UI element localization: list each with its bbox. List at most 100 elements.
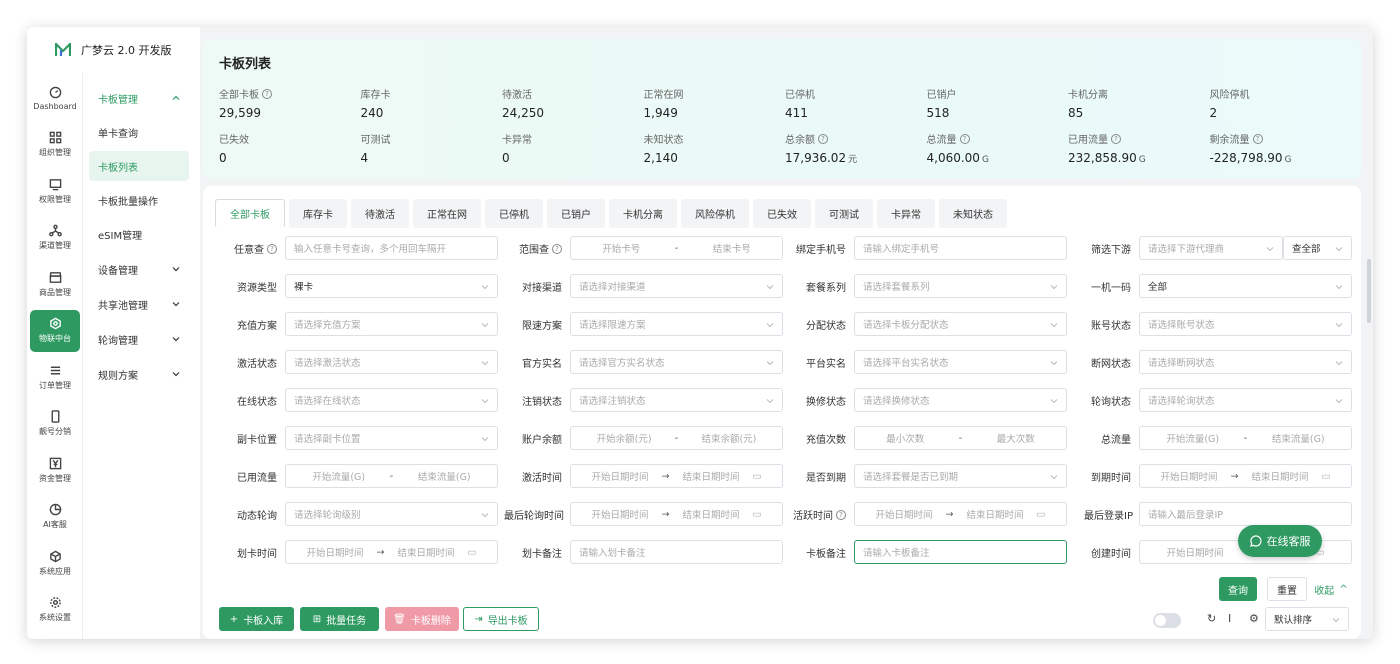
filter-field[interactable]: 请选择账号状态 bbox=[1139, 312, 1352, 336]
scrollbar[interactable] bbox=[1367, 259, 1371, 323]
rail-item-grid[interactable]: 组织管理 bbox=[30, 124, 80, 166]
stat-label-text: 已停机 bbox=[785, 90, 815, 101]
delete-cards-button[interactable]: 🗑 卡板删除 bbox=[385, 607, 459, 631]
filter-field[interactable]: 请选择充值方案 bbox=[285, 312, 498, 336]
tab-9[interactable]: 可测试 bbox=[815, 199, 873, 228]
tab-1[interactable]: 库存卡 bbox=[289, 199, 347, 228]
rail-item-list[interactable]: 订单管理 bbox=[30, 356, 80, 398]
query-button[interactable]: 查询 bbox=[1219, 577, 1257, 601]
rail-item-network[interactable]: 渠道管理 bbox=[30, 217, 80, 259]
filter-label: 最后登录IP bbox=[1057, 507, 1133, 522]
batch-task-button[interactable]: ⊞ 批量任务 bbox=[300, 607, 379, 631]
filter-field[interactable]: 请选择注销状态 bbox=[570, 388, 783, 412]
filter-field[interactable]: 输入任意卡号查询，多个用回车隔开 bbox=[285, 236, 498, 260]
filter-field[interactable]: 请选择限速方案 bbox=[570, 312, 783, 336]
submenu-item[interactable]: 轮询管理 bbox=[89, 324, 189, 354]
filter-field[interactable]: 开始日期时间 → 结束日期时间 ▭ bbox=[570, 502, 783, 526]
settings-icon[interactable]: ⚙ bbox=[1249, 612, 1259, 625]
submenu-item[interactable]: 卡板批量操作 bbox=[89, 185, 189, 215]
filter-field[interactable]: 请选择官方实名状态 bbox=[570, 350, 783, 374]
filter-field[interactable]: 请选择激活状态 bbox=[285, 350, 498, 374]
help-icon[interactable]: ? bbox=[1252, 133, 1263, 144]
filter-field[interactable]: 请输入卡板备注 bbox=[854, 540, 1067, 564]
tab-10[interactable]: 卡异常 bbox=[877, 199, 935, 228]
submenu-item[interactable]: 设备管理 bbox=[89, 254, 189, 284]
rail-item-ai[interactable]: AI客服 bbox=[30, 496, 80, 538]
stat-value: 4 bbox=[361, 151, 501, 165]
import-cards-button[interactable]: + 卡板入库 bbox=[219, 607, 294, 631]
rail-item-phone[interactable]: 靓号分销 bbox=[30, 403, 80, 445]
filter-field[interactable]: 裸卡 bbox=[285, 274, 498, 298]
filter-field[interactable]: 请选择套餐系列 bbox=[854, 274, 1067, 298]
filter-field[interactable]: 开始流量(G) - 结束流量(G) bbox=[285, 464, 498, 488]
downstream-select[interactable]: 请选择下游代理商 bbox=[1139, 236, 1283, 260]
filter-field[interactable]: 请选择对接渠道 bbox=[570, 274, 783, 298]
filter-field[interactable]: 开始卡号 - 结束卡号 bbox=[570, 236, 783, 260]
refresh-icon[interactable]: ↻ bbox=[1207, 612, 1216, 625]
help-icon[interactable]: ? bbox=[818, 133, 828, 144]
reset-button[interactable]: 重置 bbox=[1267, 577, 1307, 601]
view-toggle[interactable] bbox=[1153, 613, 1181, 628]
filter-field[interactable]: 开始日期时间 → 结束日期时间 ▭ bbox=[1139, 464, 1352, 488]
filter-field[interactable]: 请选择在线状态 bbox=[285, 388, 498, 412]
tab-4[interactable]: 已停机 bbox=[485, 199, 543, 228]
tab-7[interactable]: 风险停机 bbox=[681, 199, 749, 228]
sort-select[interactable]: 默认排序 bbox=[1265, 607, 1349, 631]
export-cards-button[interactable]: ⇥ 导出卡板 bbox=[463, 607, 539, 631]
rail-item-yen[interactable]: 资金管理 bbox=[30, 449, 80, 491]
filter-field[interactable]: 请选择卡板分配状态 bbox=[854, 312, 1067, 336]
filter-field[interactable]: 开始日期时间 → 结束日期时间 ▭ bbox=[285, 540, 498, 564]
tab-0[interactable]: 全部卡板 bbox=[215, 199, 285, 228]
range-start: 开始余额(元) bbox=[596, 434, 652, 445]
submenu-item[interactable]: eSIM管理 bbox=[89, 219, 189, 249]
stat-value-number: 240 bbox=[360, 106, 384, 120]
help-icon[interactable]: ? bbox=[552, 243, 562, 254]
filter-field[interactable]: 开始余额(元) - 结束余额(元) bbox=[570, 426, 783, 450]
filter-field[interactable]: 请选择轮询级别 bbox=[285, 502, 498, 526]
help-icon[interactable]: ? bbox=[836, 509, 846, 520]
filter-field[interactable]: 全部 bbox=[1139, 274, 1352, 298]
rail-item-gear[interactable]: 系统设置 bbox=[30, 589, 80, 631]
filter-field[interactable]: 请选择换修状态 bbox=[854, 388, 1067, 412]
submenu-item[interactable]: 单卡查询 bbox=[89, 117, 189, 147]
submenu-item[interactable]: 卡板管理 bbox=[89, 83, 189, 113]
rail-item-iot[interactable]: 物联中台 bbox=[30, 309, 80, 352]
tab-11[interactable]: 未知状态 bbox=[939, 199, 1007, 228]
help-icon[interactable]: ? bbox=[262, 88, 272, 99]
submenu-item[interactable]: 卡板列表 bbox=[89, 151, 189, 181]
stat-label: 已用流量? bbox=[1068, 131, 1208, 146]
filter-label-text: 充值次数 bbox=[806, 435, 846, 446]
filter-field[interactable]: 请选择断网状态 bbox=[1139, 350, 1352, 374]
help-icon[interactable]: ? bbox=[267, 243, 277, 254]
filter-field[interactable]: 开始日期时间 → 结束日期时间 ▭ bbox=[570, 464, 783, 488]
tab-8[interactable]: 已失效 bbox=[753, 199, 811, 228]
rail-item-dashboard[interactable]: Dashboard bbox=[30, 77, 80, 119]
filter-field[interactable]: 请选择副卡位置 bbox=[285, 426, 498, 450]
filter-field[interactable]: 请选择轮询状态 bbox=[1139, 388, 1352, 412]
tab-5[interactable]: 已销户 bbox=[547, 199, 605, 228]
tab-3[interactable]: 正常在网 bbox=[413, 199, 481, 228]
rail-item-monitor[interactable]: 权限管理 bbox=[30, 170, 80, 212]
collapse-button[interactable]: 收起 ^ bbox=[1313, 577, 1349, 601]
rail-item-label: 系统设置 bbox=[39, 613, 71, 622]
downstream-scope-select[interactable]: 查全部 bbox=[1283, 236, 1352, 260]
stat-item: 卡异常 0 bbox=[502, 131, 642, 165]
filter-field[interactable]: 开始日期时间 → 结束日期时间 ▭ bbox=[854, 502, 1067, 526]
submenu-item[interactable]: 共享池管理 bbox=[89, 289, 189, 319]
online-support-button[interactable]: 在线客服 bbox=[1238, 525, 1322, 557]
rail-item-store[interactable]: 商品管理 bbox=[30, 263, 80, 305]
filter-field[interactable]: 请输入划卡备注 bbox=[570, 540, 783, 564]
tab-2[interactable]: 待激活 bbox=[351, 199, 409, 228]
filter-field[interactable]: 请选择平台实名状态 bbox=[854, 350, 1067, 374]
text-icon[interactable]: Ⅰ bbox=[1228, 612, 1231, 625]
tab-6[interactable]: 卡机分离 bbox=[609, 199, 677, 228]
submenu-item[interactable]: 规则方案 bbox=[89, 359, 189, 389]
rail-item-cube[interactable]: 系统应用 bbox=[30, 542, 80, 584]
filter-field[interactable]: 请输入绑定手机号 bbox=[854, 236, 1067, 260]
help-icon[interactable]: ? bbox=[959, 133, 970, 144]
filter-field[interactable]: 最小次数 - 最大次数 bbox=[854, 426, 1067, 450]
filter-field[interactable]: 请输入最后登录IP bbox=[1139, 502, 1352, 526]
filter-field[interactable]: 开始流量(G) - 结束流量(G) bbox=[1139, 426, 1352, 450]
filter-field[interactable]: 请选择套餐是否已到期 bbox=[854, 464, 1067, 488]
help-icon[interactable]: ? bbox=[1111, 133, 1121, 144]
